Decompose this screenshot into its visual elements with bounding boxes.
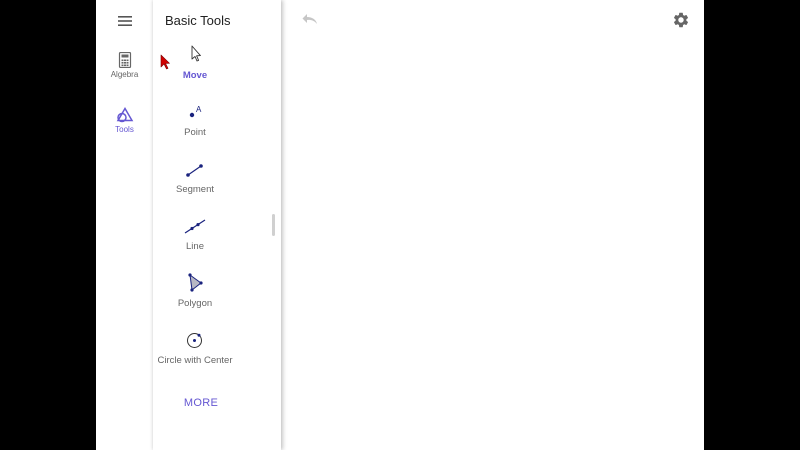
undo-button[interactable] <box>301 12 321 28</box>
rail-item-algebra[interactable]: Algebra <box>96 52 153 79</box>
settings-button[interactable] <box>672 11 690 29</box>
tool-line[interactable]: Line <box>153 215 237 252</box>
geogebra-app: Algebra Tools Basic Tools Move A Point S… <box>96 0 704 450</box>
rail-item-label: Algebra <box>110 70 139 79</box>
move-arrow-icon <box>191 45 201 62</box>
line-icon <box>184 219 206 234</box>
hamburger-menu-icon <box>118 16 132 26</box>
tool-label: Point <box>184 127 206 138</box>
tool-polygon[interactable]: Polygon <box>153 272 237 309</box>
calculator-icon <box>118 52 131 68</box>
tool-circle-center[interactable]: Circle with Center <box>153 329 237 366</box>
mouse-cursor-icon <box>160 54 170 70</box>
point-icon: A <box>189 105 202 118</box>
side-rail: Algebra Tools <box>96 0 154 450</box>
svg-text:A: A <box>196 105 202 114</box>
tool-label: Segment <box>175 184 215 195</box>
tool-label: Line <box>186 241 204 252</box>
tool-point[interactable]: A Point <box>153 101 237 138</box>
tools-panel: Basic Tools Move A Point Segment Line Po… <box>153 0 281 450</box>
tool-label: Move <box>182 70 208 81</box>
undo-icon <box>302 14 317 24</box>
circle-center-icon <box>187 333 202 348</box>
menu-button[interactable] <box>112 10 138 32</box>
panel-title: Basic Tools <box>165 13 231 28</box>
rail-item-label: Tools <box>115 125 134 134</box>
tools-shapes-icon <box>116 107 133 123</box>
tool-segment[interactable]: Segment <box>153 158 237 195</box>
gear-icon <box>673 12 689 28</box>
segment-icon <box>186 164 203 177</box>
tool-label: Polygon <box>177 298 213 309</box>
more-tools-button[interactable]: MORE <box>169 397 233 409</box>
panel-scrollbar[interactable] <box>272 214 275 236</box>
tool-label: Circle with Center <box>157 355 233 366</box>
rail-item-tools[interactable]: Tools <box>96 107 153 134</box>
polygon-icon <box>188 273 203 292</box>
